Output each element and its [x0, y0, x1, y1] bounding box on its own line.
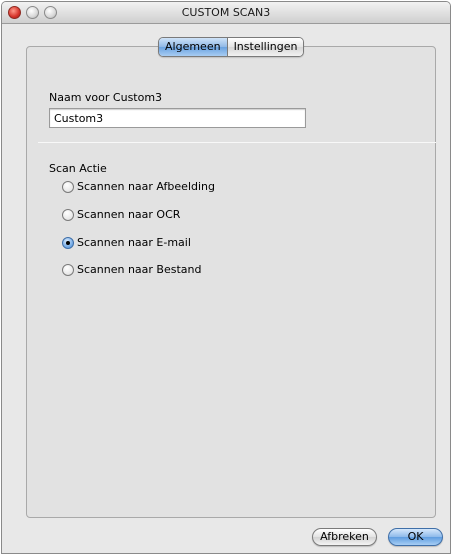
section-divider	[38, 142, 436, 143]
ok-button[interactable]: OK	[388, 528, 443, 546]
radio-option-label[interactable]: Scannen naar OCR	[77, 208, 180, 221]
radio-button[interactable]	[62, 263, 74, 276]
radio-option-label[interactable]: Scannen naar Afbeelding	[77, 180, 215, 193]
tab-instellingen[interactable]: Instellingen	[226, 38, 304, 56]
radio-button[interactable]	[62, 208, 74, 221]
title-bar[interactable]: CUSTOM SCAN3	[2, 2, 450, 24]
radio-option-label[interactable]: Scannen naar E-mail	[77, 236, 191, 249]
radio-button[interactable]	[62, 180, 74, 193]
radio-option-label[interactable]: Scannen naar Bestand	[77, 263, 201, 276]
tab-algemeen[interactable]: Algemeen	[159, 38, 227, 56]
cancel-button[interactable]: Afbreken	[312, 528, 377, 546]
radio-option-email[interactable]: Scannen naar E-mail	[62, 236, 191, 249]
radio-selected-dot-icon	[66, 240, 70, 245]
window-title: CUSTOM SCAN3	[181, 6, 271, 19]
radio-option-ocr[interactable]: Scannen naar OCR	[62, 208, 180, 221]
radio-option-bestand[interactable]: Scannen naar Bestand	[62, 263, 201, 276]
tab-bar: Algemeen Instellingen	[158, 37, 305, 57]
radio-button-selected[interactable]	[62, 236, 74, 249]
scan-action-label: Scan Actie	[49, 162, 107, 175]
name-field-label: Naam voor Custom3	[49, 91, 163, 104]
radio-option-afbeelding[interactable]: Scannen naar Afbeelding	[62, 180, 215, 193]
name-input[interactable]	[49, 108, 306, 128]
